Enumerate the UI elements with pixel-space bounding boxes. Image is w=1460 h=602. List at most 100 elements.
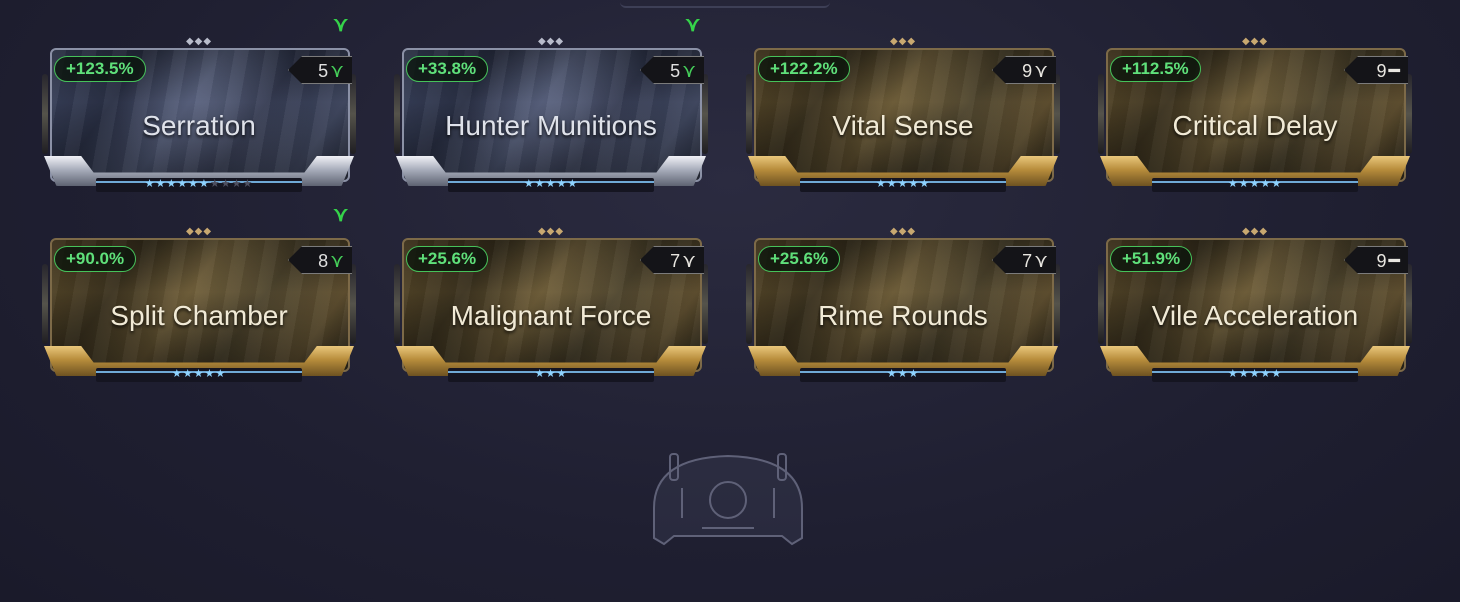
rank-star: ★ <box>1271 178 1283 190</box>
rank-star: ★ <box>193 368 205 380</box>
stat-bonus-badge: +33.8% <box>406 56 489 82</box>
mod-card[interactable]: ◆◆◆ ⋎ +90.0% 8 ⋎ Split Chamber ★★★★★ <box>42 204 356 386</box>
polarity-match-icon: ⋎ <box>333 204 348 226</box>
mod-card[interactable]: ◆◆◆ +51.9% 9 ━ Vile Acceleration ★★★★★ <box>1098 227 1412 386</box>
mod-name: Split Chamber <box>110 300 288 331</box>
rank-bar: ★★★ <box>448 368 654 382</box>
rank-star: ★ <box>1271 368 1283 380</box>
stat-bonus-badge: +123.5% <box>54 56 146 82</box>
drain-value: 9 <box>1376 61 1387 81</box>
rank-star: ★ <box>886 178 898 190</box>
madurai-icon: ⋎ <box>682 251 696 272</box>
mod-name: Hunter Munitions <box>445 110 657 141</box>
mod-card[interactable]: ◆◆◆ ⋎ +123.5% 5 ⋎ Serration ★★★★★★★★★★ <box>42 14 356 196</box>
rank-bar: ★★★★★ <box>800 178 1006 192</box>
drain-value: 7 <box>670 251 681 271</box>
drain-value: 7 <box>1022 251 1033 271</box>
rank-star: ★ <box>204 368 216 380</box>
rank-stars: ★★★★★ <box>1152 367 1358 381</box>
empty-mod-slot[interactable] <box>642 448 814 548</box>
rank-star: ★ <box>1227 368 1239 380</box>
rank-star: ★ <box>1249 368 1261 380</box>
rank-stars: ★★★★★★★★★★ <box>96 177 302 191</box>
rank-star: ★ <box>220 178 232 190</box>
rank-star: ★ <box>534 368 546 380</box>
rank-star: ★ <box>886 368 898 380</box>
rank-star: ★ <box>242 178 254 190</box>
stat-bonus-badge: +25.6% <box>406 246 489 272</box>
rank-star: ★ <box>908 178 920 190</box>
rank-stars: ★★★★★ <box>800 177 1006 191</box>
stat-bonus-badge: +25.6% <box>758 246 841 272</box>
rank-star: ★ <box>166 178 178 190</box>
rank-bar: ★★★★★ <box>1152 178 1358 192</box>
mod-name: Serration <box>142 110 256 141</box>
mod-card[interactable]: ◆◆◆ +122.2% 9 ⋎ Vital Sense ★★★★★ <box>746 37 1060 196</box>
naramon-icon: ━ <box>1388 61 1400 82</box>
top-frame-edge <box>620 0 830 8</box>
polarity-match-icon: ⋎ <box>685 14 700 36</box>
stat-bonus-badge: +51.9% <box>1110 246 1193 272</box>
rank-star: ★ <box>897 178 909 190</box>
mod-name: Vital Sense <box>832 110 974 141</box>
rank-stars: ★★★★★ <box>1152 177 1358 191</box>
rarity-pips: ◆◆◆ <box>889 36 917 47</box>
rank-star: ★ <box>556 368 568 380</box>
rank-star: ★ <box>1238 368 1250 380</box>
rank-star: ★ <box>1238 178 1250 190</box>
rank-star: ★ <box>919 178 931 190</box>
madurai-icon: ⋎ <box>1034 251 1048 272</box>
rank-star: ★ <box>155 178 167 190</box>
drain-value: 9 <box>1022 61 1033 81</box>
drain-value: 8 <box>318 251 329 271</box>
rank-stars: ★★★ <box>448 367 654 381</box>
rank-bar: ★★★★★ <box>448 178 654 192</box>
rank-star: ★ <box>908 368 920 380</box>
rank-bar: ★★★ <box>800 368 1006 382</box>
rank-star: ★ <box>1227 178 1239 190</box>
madurai-icon: ⋎ <box>682 61 696 82</box>
rank-star: ★ <box>875 178 887 190</box>
mod-name: Critical Delay <box>1172 110 1338 141</box>
rank-stars: ★★★★★ <box>96 367 302 381</box>
mod-name: Malignant Force <box>450 300 652 331</box>
rank-bar: ★★★★★★★★★★ <box>96 178 302 192</box>
stat-bonus-badge: +90.0% <box>54 246 137 272</box>
rank-star: ★ <box>215 368 227 380</box>
rank-star: ★ <box>545 368 557 380</box>
mod-card[interactable]: ◆◆◆ +112.5% 9 ━ Critical Delay ★★★★★ <box>1098 37 1412 196</box>
rank-star: ★ <box>534 178 546 190</box>
rank-star: ★ <box>1260 368 1272 380</box>
rank-star: ★ <box>231 178 243 190</box>
rarity-pips: ◆◆◆ <box>889 226 917 237</box>
drain-value: 5 <box>670 61 681 81</box>
rarity-pips: ◆◆◆ <box>1241 36 1269 47</box>
rank-stars: ★★★ <box>800 367 1006 381</box>
rank-star: ★ <box>182 368 194 380</box>
mod-card[interactable]: ◆◆◆ +25.6% 7 ⋎ Rime Rounds ★★★ <box>746 227 1060 386</box>
rarity-pips: ◆◆◆ <box>185 226 213 237</box>
mod-card[interactable]: ◆◆◆ ⋎ +33.8% 5 ⋎ Hunter Munitions ★★★★★ <box>394 14 708 196</box>
rank-star: ★ <box>188 178 199 190</box>
rank-stars: ★★★★★ <box>448 177 654 191</box>
rank-bar: ★★★★★ <box>96 368 302 382</box>
rank-star: ★ <box>171 368 183 380</box>
rank-star: ★ <box>177 178 189 190</box>
polarity-match-icon: ⋎ <box>333 14 348 36</box>
madurai-icon: ⋎ <box>1034 61 1048 82</box>
rarity-pips: ◆◆◆ <box>537 226 565 237</box>
stat-bonus-badge: +112.5% <box>1110 56 1201 82</box>
rank-star: ★ <box>523 178 535 190</box>
rank-star: ★ <box>556 178 568 190</box>
rank-star: ★ <box>209 178 221 190</box>
mod-name: Rime Rounds <box>818 300 988 331</box>
rank-star: ★ <box>144 178 156 190</box>
mod-card[interactable]: ◆◆◆ +25.6% 7 ⋎ Malignant Force ★★★ <box>394 227 708 386</box>
rarity-pips: ◆◆◆ <box>185 36 213 47</box>
naramon-icon: ━ <box>1388 251 1400 272</box>
rank-star: ★ <box>545 178 557 190</box>
rank-star: ★ <box>199 178 210 190</box>
rank-star: ★ <box>1249 178 1261 190</box>
madurai-icon: ⋎ <box>330 61 344 82</box>
rank-star: ★ <box>897 368 909 380</box>
